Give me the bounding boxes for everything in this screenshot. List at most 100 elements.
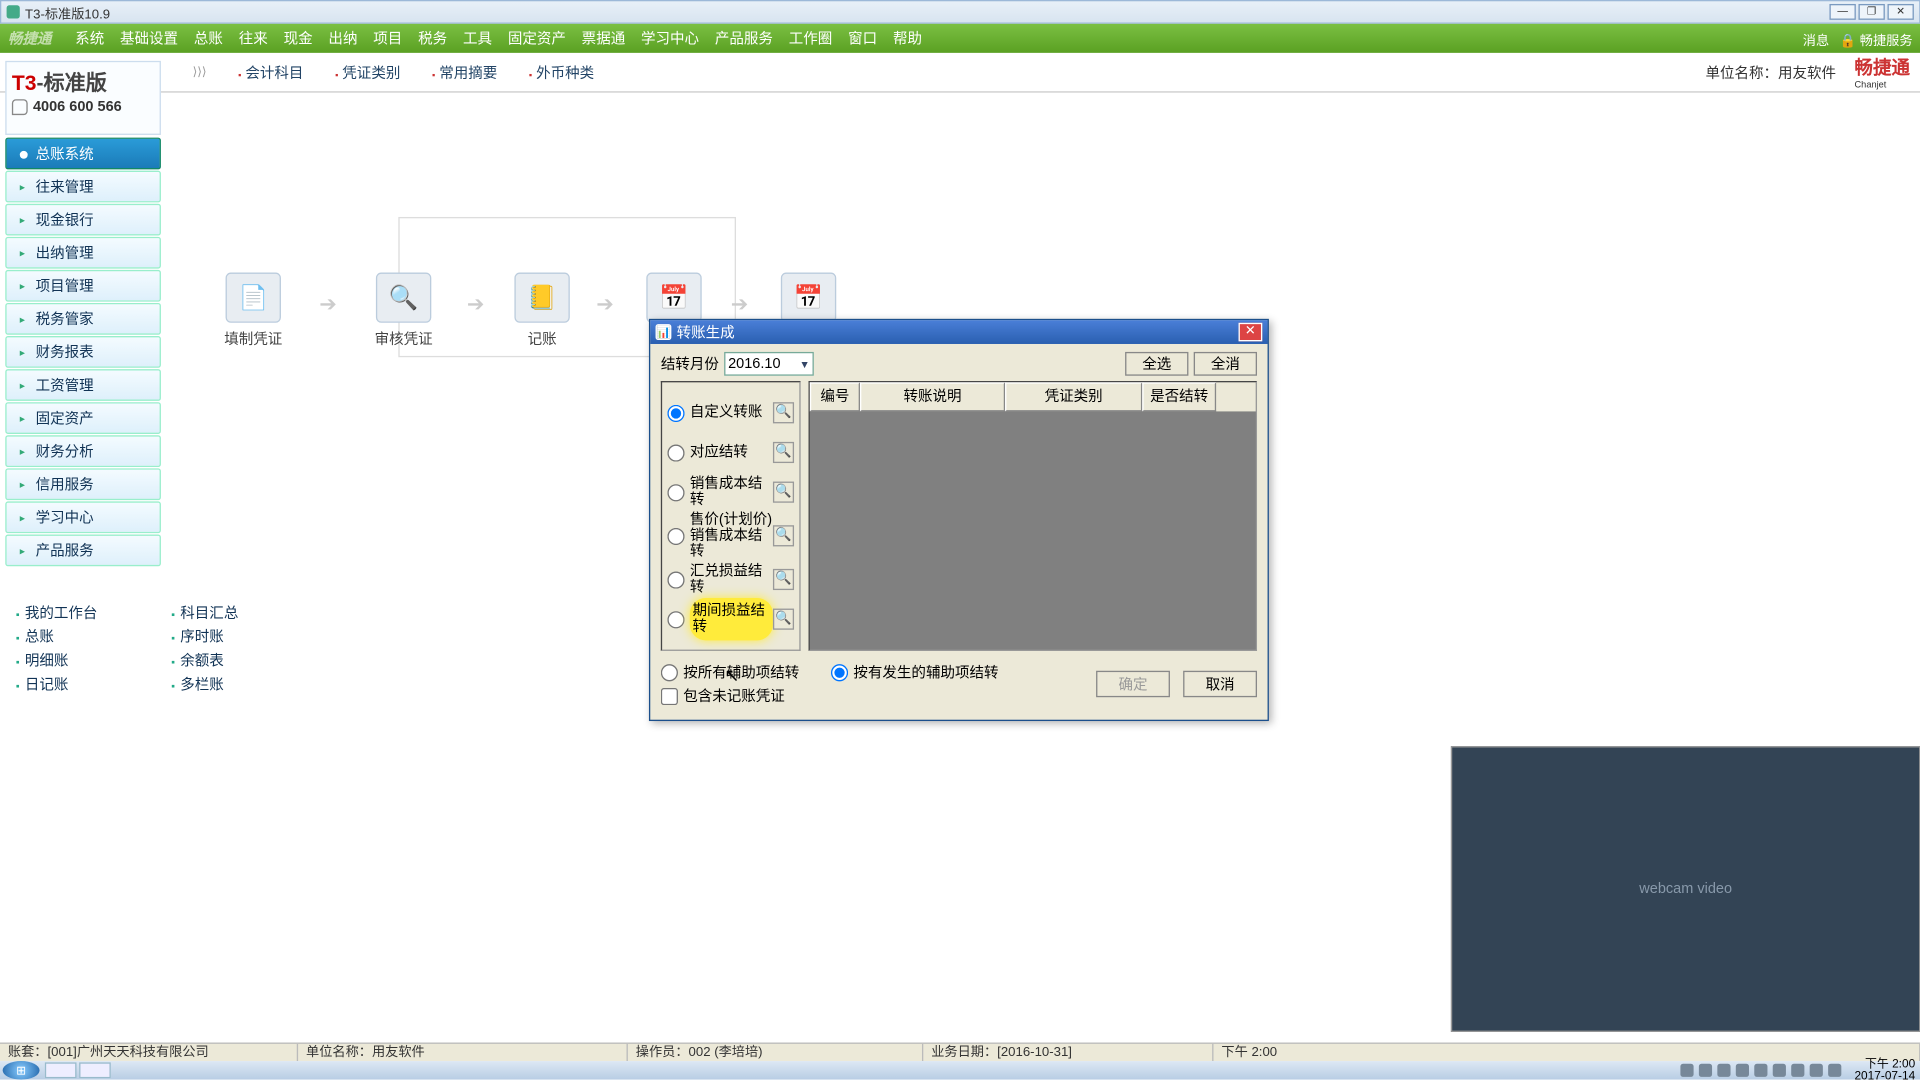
menu-basic[interactable]: 基础设置	[112, 28, 186, 49]
tray-icon[interactable]	[1717, 1064, 1730, 1077]
grid-col-desc[interactable]: 转账说明	[860, 382, 1005, 411]
tray-icon[interactable]	[1810, 1064, 1823, 1077]
opt-exchange[interactable]: 汇兑损益结转 🔍	[667, 560, 794, 600]
menu-product[interactable]: 产品服务	[707, 28, 781, 49]
status-account: 账套：[001]广州天天科技有限公司	[0, 1044, 298, 1061]
menu-cashier[interactable]: 出纳	[321, 28, 366, 49]
opt-salescost-radio[interactable]	[667, 484, 684, 501]
sidebar-item-project[interactable]: 项目管理	[5, 270, 161, 302]
sidebar-item-product[interactable]: 产品服务	[5, 534, 161, 566]
menu-tax[interactable]: 税务	[410, 28, 455, 49]
taskbar-app-2[interactable]	[79, 1062, 111, 1078]
quicklink-multi[interactable]: 多栏账	[171, 672, 238, 696]
search-icon[interactable]: 🔍	[773, 482, 794, 503]
menu-project[interactable]: 项目	[365, 28, 410, 49]
sidebar-item-cashbank[interactable]: 现金银行	[5, 204, 161, 236]
menu-system[interactable]: 系统	[67, 28, 112, 49]
tray-icon[interactable]	[1773, 1064, 1786, 1077]
quicklink-chrono[interactable]: 序时账	[171, 624, 238, 648]
sidebar-item-report[interactable]: 财务报表	[5, 336, 161, 368]
opt-custom[interactable]: 自定义转账 🔍	[667, 393, 794, 433]
grid-body-empty	[810, 411, 1256, 649]
select-all-button[interactable]: 全选	[1125, 352, 1188, 376]
window-minimize-button[interactable]: —	[1829, 4, 1855, 20]
menu-gl[interactable]: 总账	[186, 28, 231, 49]
dialog-title: 转账生成	[677, 321, 735, 342]
opt-planprice[interactable]: 售价(计划价) 销售成本结转 🔍	[667, 512, 794, 560]
dialog-close-button[interactable]: ✕	[1239, 323, 1263, 342]
opt-custom-radio[interactable]	[667, 404, 684, 421]
system-tray: 下午 2:00 2017-07-14	[1680, 1058, 1915, 1082]
quicklink-gl[interactable]: 总账	[16, 624, 98, 648]
window-close-button[interactable]: ✕	[1887, 4, 1913, 20]
dialog-cancel-button[interactable]: 取消	[1183, 671, 1257, 697]
start-button[interactable]: ⊞	[3, 1061, 40, 1080]
foot-radio-all[interactable]: 按所有辅助项结转	[661, 662, 799, 683]
opt-planprice-radio[interactable]	[667, 527, 684, 544]
grid-col-type[interactable]: 凭证类别	[1005, 382, 1142, 411]
window-restore-button[interactable]: ❐	[1858, 4, 1884, 20]
sidebar-item-ar[interactable]: 往来管理	[5, 171, 161, 203]
main-menubar: 畅捷通 系统 基础设置 总账 往来 现金 出纳 项目 税务 工具 固定资产 票据…	[0, 24, 1920, 53]
sidebar-item-learn[interactable]: 学习中心	[5, 501, 161, 533]
search-icon[interactable]: 🔍	[773, 402, 794, 423]
foot-radio-occurred[interactable]: 按有发生的辅助项结转	[831, 662, 999, 683]
menu-help[interactable]: 帮助	[885, 28, 930, 49]
opt-salescost[interactable]: 销售成本结转 🔍	[667, 472, 794, 512]
menubar-messages[interactable]: 消息	[1803, 28, 1829, 48]
sidebar-item-fa[interactable]: 固定资产	[5, 402, 161, 434]
grid-col-flag[interactable]: 是否结转	[1142, 382, 1216, 411]
opt-corresp-radio[interactable]	[667, 444, 684, 461]
dialog-titlebar[interactable]: 📊 转账生成 ✕	[650, 320, 1267, 344]
search-icon[interactable]: 🔍	[773, 442, 794, 463]
tray-icon[interactable]	[1736, 1064, 1749, 1077]
sidebar-item-cashier[interactable]: 出纳管理	[5, 237, 161, 269]
sidebar-item-payroll[interactable]: 工资管理	[5, 369, 161, 401]
tray-icon[interactable]	[1754, 1064, 1767, 1077]
search-icon[interactable]: 🔍	[773, 609, 794, 630]
quicklink-balance[interactable]: 余额表	[171, 648, 238, 672]
sidebar-item-gl[interactable]: 总账系统	[5, 138, 161, 170]
tray-icon[interactable]	[1828, 1064, 1841, 1077]
month-select[interactable]: 2016.10▼	[724, 352, 814, 376]
status-date: 业务日期：[2016-10-31]	[923, 1044, 1213, 1061]
quicklink-detail[interactable]: 明细账	[16, 648, 98, 672]
menubar-service[interactable]: 🔒 畅捷服务	[1840, 28, 1913, 48]
sidebar-item-tax[interactable]: 税务管家	[5, 303, 161, 335]
menu-bill[interactable]: 票据通	[574, 28, 633, 49]
menu-learn[interactable]: 学习中心	[633, 28, 707, 49]
menubar-logo: 畅捷通	[8, 28, 52, 49]
opt-corresp[interactable]: 对应结转 🔍	[667, 433, 794, 473]
transfer-dialog: 📊 转账生成 ✕ 结转月份 2016.10▼ 全选 全消 自定义转账 🔍	[649, 319, 1269, 721]
tray-icon[interactable]	[1791, 1064, 1804, 1077]
opt-period-pl[interactable]: 期间损益结转 🔍	[667, 599, 794, 639]
status-org: 单位名称：用友软件	[298, 1044, 628, 1061]
opt-exchange-radio[interactable]	[667, 571, 684, 588]
quicklink-mydesk[interactable]: 我的工作台	[16, 601, 98, 625]
menu-cash[interactable]: 现金	[276, 28, 321, 49]
foot-checkbox-unposted[interactable]: 包含未记账凭证	[661, 685, 999, 706]
search-icon[interactable]: 🔍	[773, 569, 794, 590]
taskbar-app-1[interactable]	[45, 1062, 77, 1078]
search-icon[interactable]: 🔍	[773, 525, 794, 546]
taskbar-clock[interactable]: 下午 2:00 2017-07-14	[1854, 1058, 1915, 1082]
sidebar-item-credit[interactable]: 信用服务	[5, 468, 161, 500]
quicklink-summary[interactable]: 科目汇总	[171, 601, 238, 625]
menu-window[interactable]: 窗口	[840, 28, 885, 49]
flow-node-create[interactable]: 📄填制凭证	[224, 273, 282, 350]
tray-icon[interactable]	[1680, 1064, 1693, 1077]
quicklink-journal[interactable]: 日记账	[16, 672, 98, 696]
menu-ar[interactable]: 往来	[231, 28, 276, 49]
grid-col-no[interactable]: 编号	[810, 382, 860, 411]
support-phone: 4006 600 566	[33, 99, 122, 115]
dialog-ok-button[interactable]: 确定	[1096, 671, 1170, 697]
select-none-button[interactable]: 全消	[1194, 352, 1257, 376]
menu-tools[interactable]: 工具	[455, 28, 500, 49]
flow-node-post[interactable]: 📒记账	[514, 273, 569, 350]
menu-workcircle[interactable]: 工作圈	[781, 28, 840, 49]
menu-fa[interactable]: 固定资产	[500, 28, 574, 49]
tray-icon[interactable]	[1699, 1064, 1712, 1077]
flow-node-audit[interactable]: 🔍审核凭证	[375, 273, 433, 350]
sidebar-item-analysis[interactable]: 财务分析	[5, 435, 161, 467]
opt-period-pl-radio[interactable]	[667, 611, 684, 628]
